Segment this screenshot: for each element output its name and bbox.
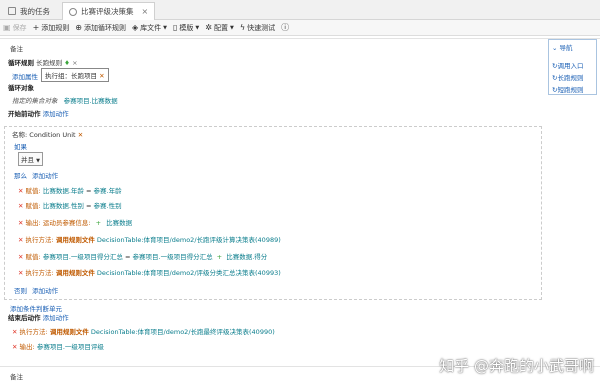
gear-icon [69, 7, 77, 16]
chevron-down-icon: ▼ [163, 24, 167, 31]
delete-icon[interactable]: ✕ [18, 187, 23, 195]
end-action-item: ✕ 执行方法: 调用规则文件 DecisionTable:体育项目/demo2/… [12, 328, 275, 336]
delete-icon[interactable]: ✕ [18, 219, 23, 227]
add-icon[interactable]: + [217, 253, 222, 261]
add-attribute-link[interactable]: 添加属性 [12, 71, 38, 81]
loop-rule-row: 循环规则 长跑规则 ♦ × [8, 59, 78, 67]
loop-object-value[interactable]: 参赛项目.比赛数据 [64, 97, 118, 105]
lightning-icon: ϟ [239, 23, 246, 32]
file-icon: ▯ [172, 23, 178, 32]
add-start-action-link[interactable]: 添加动作 [43, 110, 69, 118]
close-icon[interactable]: × [72, 59, 77, 67]
config-menu[interactable]: ✲ 配置 ▼ [205, 23, 234, 33]
plus-circle-icon: ⊕ [75, 23, 82, 32]
close-icon[interactable]: ✕ [99, 72, 104, 80]
action-row: ✕ 赋值: 比赛数据.年龄 = 参赛.年龄 [18, 187, 122, 195]
unit-name-row: 名称: Condition Unit ✕ [12, 131, 84, 139]
navigation-panel: ⌄ 导航 ↻调用入口 ↻长跑规则 ↻短跑规则 [548, 39, 597, 95]
template-menu[interactable]: ▯ 模版 ▼ [173, 23, 199, 33]
chevron-down-icon: ⌄ [552, 44, 558, 52]
remark-label[interactable]: 备注 [10, 43, 23, 53]
loop-rule-name[interactable]: 长跑规则 [36, 59, 62, 67]
action-row: ✕ 输出: 运动员参赛信息: + 比赛数据 [18, 219, 133, 227]
delete-icon[interactable]: ✕ [18, 202, 23, 210]
save-button[interactable]: ▣ 保存 [3, 23, 27, 33]
tab-label: 我的任务 [20, 6, 50, 16]
add-icon[interactable]: + [96, 219, 101, 227]
end-action-row: 结束后动作 添加动作 [8, 314, 69, 322]
nav-item-long-run[interactable]: ↻长跑规则 [552, 72, 583, 82]
library-menu[interactable]: ◈ 库文件 ▼ [132, 23, 167, 33]
nav-item-sprint[interactable]: ↻短跑规则 [552, 84, 583, 94]
delete-icon[interactable]: ✕ [12, 328, 17, 336]
loop-object-row: 指定的集合对象 参赛项目.比赛数据 [12, 97, 118, 105]
toolbar: ▣ 保存 + 添加规则 ⊕ 添加循环规则 ◈ 库文件 ▼ ▯ 模版 ▼ ✲ 配置 ▼ ϟ 快速测试 … [0, 20, 600, 36]
flag-icon: ♦ [64, 59, 70, 67]
delete-icon[interactable]: ✕ [12, 343, 17, 351]
tab-decision-set[interactable]: 比赛评级决策集 × [62, 2, 156, 20]
add-loop-rule-button[interactable]: ⊕ 添加循环规则 [75, 23, 126, 33]
tab-my-tasks[interactable]: 我的任务 [2, 2, 56, 20]
action-row: ✕ 执行方法: 调用规则文件 DecisionTable:体育项目/demo2/… [18, 236, 281, 244]
action-row: ✕ 赋值: 参赛项目.一级项目得分汇总 = 参赛项目.一级项目得分汇总 + 比赛… [18, 253, 268, 261]
watermark: 知乎 @奔跑的小武哥啊 [439, 357, 594, 375]
plus-icon: + [32, 23, 40, 32]
delete-icon[interactable]: ✕ [18, 269, 23, 277]
start-action-row: 开始前动作 添加动作 [8, 110, 69, 118]
chevron-down-icon: ▼ [195, 24, 200, 31]
quick-test-button[interactable]: ϟ 快速测试 [240, 23, 275, 33]
action-row: ✕ 执行方法: 调用规则文件 DecisionTable:体育项目/demo2/… [18, 269, 281, 277]
if-label[interactable]: 如果 [14, 141, 27, 151]
close-icon[interactable]: ✕ [78, 131, 83, 139]
add-rule-button[interactable]: + 添加规则 [33, 23, 70, 33]
nav-title[interactable]: ⌄ 导航 [552, 42, 573, 52]
then-row: 那么 添加动作 [14, 172, 59, 180]
close-icon[interactable]: × [142, 7, 149, 16]
action-row: ✕ 赋值: 比赛数据.性别 = 参赛.性别 [18, 202, 122, 210]
tab-bar: 我的任务 比赛评级决策集 × [0, 0, 600, 20]
priority-tag[interactable]: 执行组：长跑项目 ✕ [41, 68, 109, 82]
and-select[interactable]: 并且 ▼ [18, 152, 43, 166]
add-else-action-link[interactable]: 添加动作 [32, 287, 58, 295]
chevron-down-icon: ▼ [36, 158, 40, 164]
cog-icon: ✲ [205, 23, 212, 32]
rule-editor: 备注 循环规则 长跑规则 ♦ × 添加属性 执行组：长跑项目 ✕ 循环对象 指定… [0, 37, 600, 388]
end-action-item: ✕ 输出: 参赛项目.一级项目评级 [12, 343, 104, 351]
document-icon [8, 7, 16, 15]
library-icon: ◈ [131, 23, 139, 32]
delete-icon[interactable]: ✕ [18, 253, 23, 261]
tab-label: 比赛评级决策集 [81, 7, 134, 16]
save-icon: ▣ [3, 23, 11, 32]
unit-name[interactable]: Condition Unit [29, 131, 75, 139]
else-row: 否则 添加动作 [14, 287, 59, 295]
chevron-down-icon: ▼ [229, 24, 234, 31]
info-button[interactable]: ⓘ [281, 22, 291, 33]
loop-object-label: 循环对象 [8, 84, 34, 92]
add-end-action-link[interactable]: 添加动作 [43, 314, 69, 322]
remark-label-bottom[interactable]: 备注 [10, 371, 23, 381]
info-icon: ⓘ [281, 23, 290, 32]
delete-icon[interactable]: ✕ [18, 236, 23, 244]
add-then-action-link[interactable]: 添加动作 [32, 172, 58, 180]
nav-item-entry[interactable]: ↻调用入口 [552, 60, 583, 70]
